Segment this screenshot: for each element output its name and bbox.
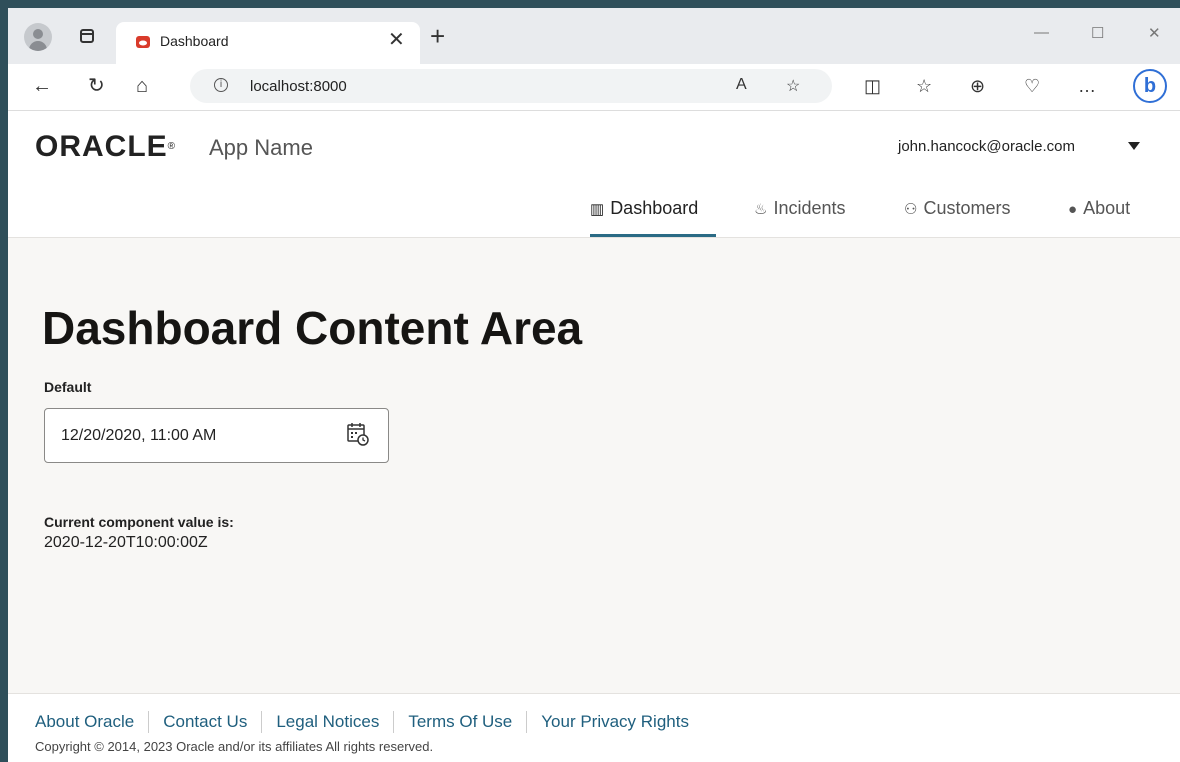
more-icon[interactable]: … bbox=[1078, 75, 1096, 97]
home-icon[interactable]: ⌂ bbox=[136, 74, 148, 98]
logo-registered-mark: ® bbox=[167, 141, 177, 152]
footer-links: About Oracle Contact Us Legal Notices Terms… bbox=[35, 711, 703, 733]
app-header: ORACLE® App Name john.hancock@oracle.com… bbox=[8, 111, 1180, 238]
calendar-clock-icon[interactable] bbox=[347, 422, 369, 446]
back-arrow-icon[interactable]: ← bbox=[32, 74, 52, 98]
datetime-input[interactable]: 12/20/2020, 11:00 AM bbox=[44, 408, 389, 463]
address-toolbar: ← ↻ ⌂ i localhost:8000 A ☆ ◫ ☆ ⊕ ♡ … b bbox=[8, 64, 1180, 111]
browser-essentials-icon[interactable]: ♡ bbox=[1024, 75, 1040, 97]
user-menu[interactable]: john.hancock@oracle.com bbox=[898, 137, 1075, 157]
maximize-button[interactable]: ☐ bbox=[1091, 24, 1104, 42]
favorites-list-icon[interactable]: ☆ bbox=[916, 75, 932, 97]
info-icon: ● bbox=[1068, 201, 1078, 218]
tab-dashboard-label: Dashboard bbox=[610, 198, 699, 218]
minimize-button[interactable]: — bbox=[1034, 24, 1049, 41]
datetime-label: Default bbox=[44, 379, 92, 395]
people-icon: ⚇ bbox=[904, 201, 918, 218]
read-aloud-icon[interactable]: A bbox=[736, 76, 747, 94]
app-name: App Name bbox=[209, 135, 313, 160]
tab-incidents[interactable]: ♨ Incidents bbox=[754, 195, 874, 237]
tab-incidents-label: Incidents bbox=[773, 198, 846, 218]
favorite-star-icon[interactable]: ☆ bbox=[786, 76, 800, 96]
address-bar[interactable]: i localhost:8000 A ☆ bbox=[190, 69, 832, 103]
tab-customers-label: Customers bbox=[923, 198, 1011, 218]
oracle-logo: ORACLE® bbox=[35, 130, 176, 164]
close-window-button[interactable]: ✕ bbox=[1148, 24, 1161, 42]
footer-link-legal-notices[interactable]: Legal Notices bbox=[261, 711, 393, 733]
tab-title: Dashboard bbox=[160, 33, 229, 49]
bar-chart-icon: ▥ bbox=[590, 201, 605, 218]
collections-icon[interactable]: ⊕ bbox=[970, 75, 985, 97]
flame-icon: ♨ bbox=[754, 201, 768, 218]
profile-avatar-icon[interactable] bbox=[24, 23, 52, 51]
tab-about-label: About bbox=[1083, 198, 1131, 218]
bing-icon[interactable]: b bbox=[1133, 69, 1167, 103]
footer: About Oracle Contact Us Legal Notices Terms… bbox=[8, 693, 1180, 762]
browser-tab[interactable]: Dashboard ✕ bbox=[116, 22, 420, 64]
current-value: 2020-12-20T10:00:00Z bbox=[44, 534, 208, 551]
main-content: Dashboard Content Area Default 12/20/202… bbox=[8, 238, 1180, 693]
tab-customers[interactable]: ⚇ Customers bbox=[904, 195, 1034, 237]
logo-text: ORACLE bbox=[35, 130, 168, 163]
new-tab-button[interactable]: + bbox=[430, 23, 445, 49]
footer-link-terms-of-use[interactable]: Terms Of Use bbox=[393, 711, 526, 733]
browser-window: Dashboard ✕ + — ☐ ✕ ← ↻ ⌂ i localhost:80… bbox=[8, 8, 1180, 762]
footer-link-about-oracle[interactable]: About Oracle bbox=[35, 711, 148, 733]
current-value-label: Current component value is: bbox=[44, 514, 234, 530]
url-text[interactable]: localhost:8000 bbox=[250, 78, 347, 95]
favicon-icon bbox=[136, 36, 150, 48]
page-title: Dashboard Content Area bbox=[42, 302, 583, 354]
tab-close-icon[interactable]: ✕ bbox=[388, 29, 405, 51]
footer-link-contact-us[interactable]: Contact Us bbox=[148, 711, 261, 733]
title-bar: Dashboard ✕ + — ☐ ✕ bbox=[8, 8, 1180, 64]
footer-link-privacy-rights[interactable]: Your Privacy Rights bbox=[526, 711, 703, 733]
split-screen-icon[interactable]: ◫ bbox=[864, 75, 881, 97]
copyright-text: Copyright © 2014, 2023 Oracle and/or its… bbox=[35, 739, 434, 754]
datetime-value[interactable]: 12/20/2020, 11:00 AM bbox=[61, 427, 216, 445]
caret-down-icon[interactable] bbox=[1128, 142, 1140, 150]
refresh-icon[interactable]: ↻ bbox=[88, 74, 105, 98]
site-info-icon[interactable]: i bbox=[214, 78, 228, 92]
tab-actions-icon[interactable] bbox=[80, 29, 94, 43]
tab-about[interactable]: ● About bbox=[1068, 195, 1158, 237]
tab-dashboard[interactable]: ▥ Dashboard bbox=[590, 195, 716, 237]
